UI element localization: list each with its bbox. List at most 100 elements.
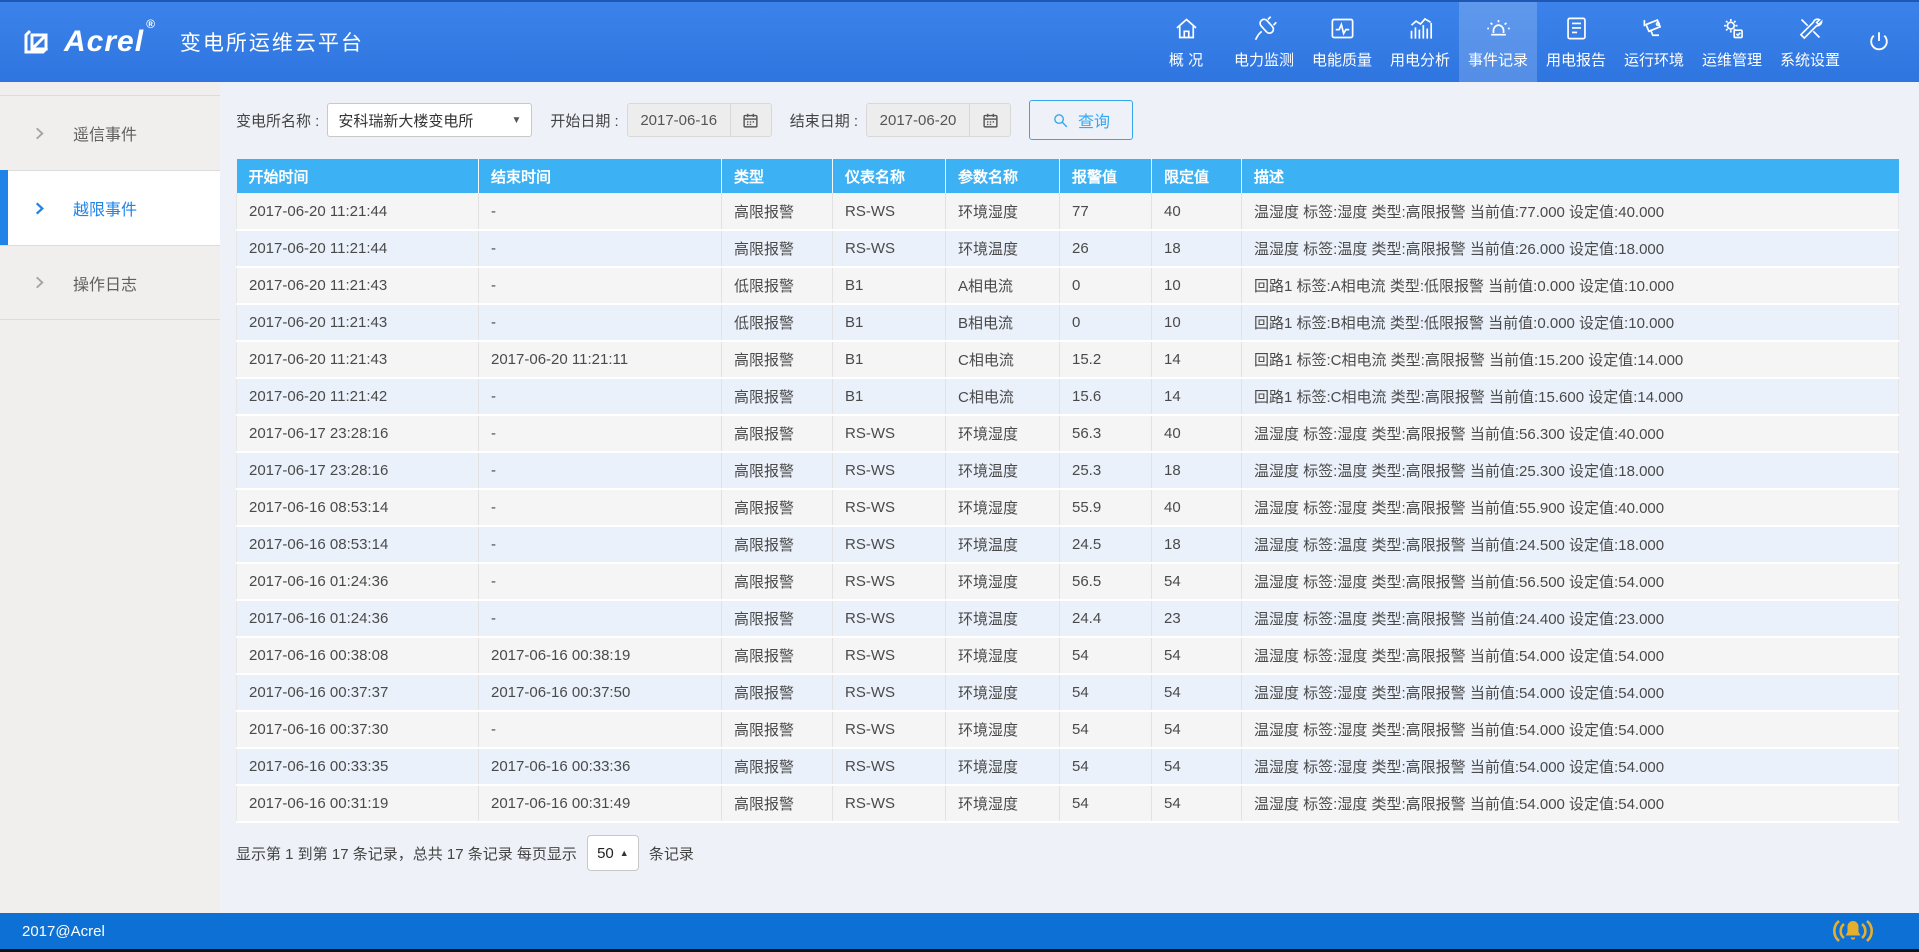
column-header[interactable]: 限定值	[1152, 159, 1242, 193]
table-cell: 10	[1152, 304, 1242, 341]
table-cell: 55.9	[1060, 489, 1152, 526]
table-row[interactable]: 2017-06-16 00:33:352017-06-16 00:33:36高限…	[237, 748, 1899, 785]
table-cell: 24.5	[1060, 526, 1152, 563]
chevron-right-icon	[32, 201, 47, 216]
nav-item-overview[interactable]: 概 况	[1147, 2, 1225, 82]
sidebar-item-operation-log[interactable]: 操作日志	[0, 245, 220, 320]
table-cell: -	[479, 452, 722, 489]
table-row[interactable]: 2017-06-16 00:38:082017-06-16 00:38:19高限…	[237, 637, 1899, 674]
end-date-input[interactable]: 2017-06-20	[866, 103, 1011, 137]
table-row[interactable]: 2017-06-20 11:21:432017-06-20 11:21:11高限…	[237, 341, 1899, 378]
table-row[interactable]: 2017-06-16 08:53:14-高限报警RS-WS环境湿度55.940温…	[237, 489, 1899, 526]
column-header[interactable]: 开始时间	[237, 159, 479, 193]
table-row[interactable]: 2017-06-20 11:21:43-低限报警B1B相电流010回路1 标签:…	[237, 304, 1899, 341]
table-cell: 低限报警	[722, 267, 833, 304]
power-button[interactable]	[1849, 2, 1909, 82]
table-row[interactable]: 2017-06-16 00:37:372017-06-16 00:37:50高限…	[237, 674, 1899, 711]
column-header[interactable]: 报警值	[1060, 159, 1152, 193]
station-select-value: 安科瑞新大楼变电所	[338, 110, 473, 131]
table-row[interactable]: 2017-06-20 11:21:44-高限报警RS-WS环境温度2618温湿度…	[237, 230, 1899, 267]
table-row[interactable]: 2017-06-17 23:28:16-高限报警RS-WS环境湿度56.340温…	[237, 415, 1899, 452]
column-header[interactable]: 参数名称	[946, 159, 1060, 193]
query-button[interactable]: 查询	[1029, 100, 1133, 140]
table-cell: -	[479, 600, 722, 637]
table-cell: 54	[1152, 785, 1242, 822]
table-cell: -	[479, 193, 722, 230]
nav-item-power-monitoring[interactable]: 电力监测	[1225, 2, 1303, 82]
app-footer: 2017@Acrel	[0, 913, 1919, 952]
nav-label: 事件记录	[1468, 49, 1528, 70]
table-row[interactable]: 2017-06-20 11:21:44-高限报警RS-WS环境湿度7740温湿度…	[237, 193, 1899, 230]
end-date-calendar-button[interactable]	[969, 104, 1010, 136]
table-cell: -	[479, 378, 722, 415]
calendar-icon	[742, 112, 759, 129]
table-cell: 高限报警	[722, 785, 833, 822]
table-row[interactable]: 2017-06-20 11:21:43-低限报警B1A相电流010回路1 标签:…	[237, 267, 1899, 304]
table-cell: 2017-06-20 11:21:42	[237, 378, 479, 415]
station-select[interactable]: 安科瑞新大楼变电所 ▼	[327, 103, 532, 137]
table-cell: 54	[1152, 637, 1242, 674]
table-row[interactable]: 2017-06-16 08:53:14-高限报警RS-WS环境温度24.518温…	[237, 526, 1899, 563]
column-header[interactable]: 类型	[722, 159, 833, 193]
table-cell: 26	[1060, 230, 1152, 267]
table-cell: 高限报警	[722, 341, 833, 378]
table-cell: 环境温度	[946, 600, 1060, 637]
page-title: 变电所运维云平台	[180, 27, 364, 57]
table-cell: RS-WS	[833, 563, 946, 600]
alarm-icon	[1485, 15, 1512, 42]
table-cell: C相电流	[946, 378, 1060, 415]
nav-label: 运维管理	[1702, 49, 1762, 70]
table-row[interactable]: 2017-06-20 11:21:42-高限报警B1C相电流15.614回路1 …	[237, 378, 1899, 415]
table-cell: RS-WS	[833, 489, 946, 526]
brand: Acrel®	[22, 25, 154, 59]
nav-item-power-report[interactable]: 用电报告	[1537, 2, 1615, 82]
table-cell: 54	[1060, 748, 1152, 785]
calendar-icon	[982, 112, 999, 129]
notification-bell-icon[interactable]	[1827, 916, 1879, 946]
nav-item-power-quality[interactable]: 电能质量	[1303, 2, 1381, 82]
table-row[interactable]: 2017-06-16 01:24:36-高限报警RS-WS环境温度24.423温…	[237, 600, 1899, 637]
table-row[interactable]: 2017-06-17 23:28:16-高限报警RS-WS环境温度25.318温…	[237, 452, 1899, 489]
page-size-select[interactable]: 50 ▲	[587, 835, 639, 871]
table-cell: 2017-06-16 00:37:30	[237, 711, 479, 748]
table-cell: 环境湿度	[946, 563, 1060, 600]
caret-down-icon: ▼	[511, 115, 521, 126]
sidebar-item-remote-signal-events[interactable]: 遥信事件	[0, 95, 220, 170]
table-cell: 2017-06-20 11:21:44	[237, 230, 479, 267]
sidebar-item-limit-violation-events[interactable]: 越限事件	[0, 170, 220, 245]
nav-item-event-records[interactable]: 事件记录	[1459, 2, 1537, 82]
table-cell: 高限报警	[722, 415, 833, 452]
column-header[interactable]: 结束时间	[479, 159, 722, 193]
table-cell: 25.3	[1060, 452, 1152, 489]
nav-label: 用电分析	[1390, 49, 1450, 70]
table-row[interactable]: 2017-06-16 01:24:36-高限报警RS-WS环境湿度56.554温…	[237, 563, 1899, 600]
table-cell: 高限报警	[722, 600, 833, 637]
table-cell: 14	[1152, 378, 1242, 415]
start-date-input[interactable]: 2017-06-16	[627, 103, 772, 137]
start-date-label: 开始日期 :	[550, 110, 618, 131]
nav-item-system-settings[interactable]: 系统设置	[1771, 2, 1849, 82]
table-row[interactable]: 2017-06-16 00:31:192017-06-16 00:31:49高限…	[237, 785, 1899, 822]
column-header[interactable]: 仪表名称	[833, 159, 946, 193]
table-cell: 高限报警	[722, 711, 833, 748]
nav-item-power-analysis[interactable]: 用电分析	[1381, 2, 1459, 82]
table-cell: 环境湿度	[946, 785, 1060, 822]
table-cell: 环境温度	[946, 230, 1060, 267]
table-cell: 温湿度 标签:温度 类型:高限报警 当前值:24.400 设定值:23.000	[1242, 600, 1899, 637]
start-date-calendar-button[interactable]	[730, 104, 771, 136]
table-cell: -	[479, 563, 722, 600]
table-cell: 2017-06-16 01:24:36	[237, 600, 479, 637]
table-cell: -	[479, 230, 722, 267]
table-cell: 2017-06-16 00:37:50	[479, 674, 722, 711]
power-icon	[1866, 29, 1892, 55]
nav-item-environment[interactable]: 运行环境	[1615, 2, 1693, 82]
table-cell: -	[479, 711, 722, 748]
table-row[interactable]: 2017-06-16 00:37:30-高限报警RS-WS环境湿度5454温湿度…	[237, 711, 1899, 748]
table-cell: 低限报警	[722, 304, 833, 341]
table-cell: 2017-06-16 01:24:36	[237, 563, 479, 600]
nav-item-ops-management[interactable]: 运维管理	[1693, 2, 1771, 82]
column-header[interactable]: 描述	[1242, 159, 1899, 193]
table-cell: 温湿度 标签:温度 类型:高限报警 当前值:26.000 设定值:18.000	[1242, 230, 1899, 267]
table-cell: 环境温度	[946, 452, 1060, 489]
sidebar-item-label: 遥信事件	[73, 121, 137, 145]
